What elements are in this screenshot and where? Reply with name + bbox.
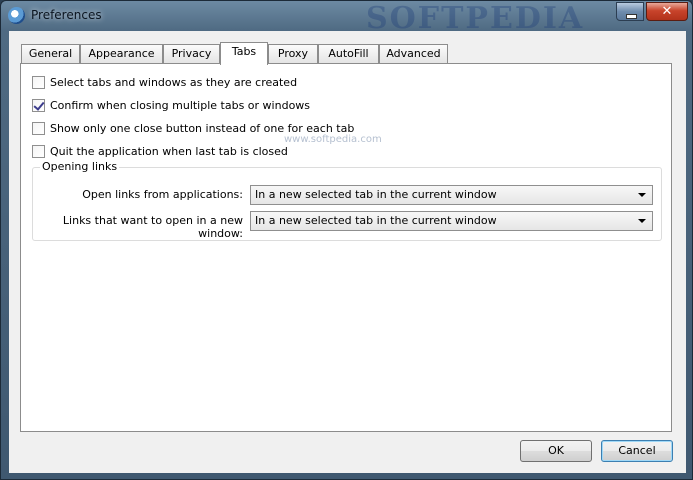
quit-last-tab-checkbox[interactable] <box>32 144 45 158</box>
ok-button[interactable]: OK <box>520 440 592 462</box>
dialog-body: General Appearance Privacy Tabs Proxy Au… <box>9 31 686 473</box>
opening-links-group: Opening links Open links from applicatio… <box>32 160 662 241</box>
select-tabs-checkbox[interactable] <box>32 75 45 89</box>
single-close-label: Show only one close button instead of on… <box>50 121 355 135</box>
cancel-button[interactable]: Cancel <box>601 440 673 462</box>
quit-last-tab-label: Quit the application when last tab is cl… <box>50 144 288 158</box>
from-apps-select[interactable]: In a new selected tab in the current win… <box>250 185 653 205</box>
chevron-down-icon <box>638 193 646 197</box>
close-button[interactable]: ✕ <box>646 2 688 21</box>
minimize-button[interactable] <box>616 2 644 21</box>
option-select-tabs[interactable]: Select tabs and windows as they are crea… <box>32 74 297 90</box>
window-title: Preferences <box>31 8 102 22</box>
select-tabs-label: Select tabs and windows as they are crea… <box>50 75 298 89</box>
option-confirm-close[interactable]: Confirm when closing multiple tabs or wi… <box>32 97 310 113</box>
new-window-select[interactable]: In a new selected tab in the current win… <box>250 211 653 231</box>
tab-appearance[interactable]: Appearance <box>80 44 163 64</box>
tab-general[interactable]: General <box>21 44 80 64</box>
app-logo-icon <box>8 7 25 24</box>
chevron-down-icon <box>638 219 646 223</box>
tabs-settings-panel: www.softpedia.com Select tabs and window… <box>20 63 672 432</box>
confirm-close-label: Confirm when closing multiple tabs or wi… <box>50 98 311 112</box>
new-window-label: Links that want to open in a new window: <box>62 214 243 240</box>
tab-tabs[interactable]: Tabs <box>220 42 268 65</box>
from-apps-value: In a new selected tab in the current win… <box>255 188 497 201</box>
tab-advanced[interactable]: Advanced <box>379 44 448 64</box>
option-quit-last-tab[interactable]: Quit the application when last tab is cl… <box>32 143 288 159</box>
title-bar[interactable]: Preferences SOFTPEDIA ✕ <box>1 1 692 36</box>
single-close-checkbox[interactable] <box>32 121 45 135</box>
opening-links-title: Opening links <box>40 160 120 173</box>
new-window-value: In a new selected tab in the current win… <box>255 214 497 227</box>
tab-privacy[interactable]: Privacy <box>163 44 220 64</box>
from-apps-label: Open links from applications: <box>82 188 243 201</box>
option-single-close-button[interactable]: Show only one close button instead of on… <box>32 120 354 136</box>
confirm-close-checkbox[interactable] <box>32 98 45 112</box>
tab-proxy[interactable]: Proxy <box>268 44 318 64</box>
preferences-window: Preferences SOFTPEDIA ✕ General Appearan… <box>0 0 693 480</box>
tab-autofill[interactable]: AutoFill <box>318 44 379 64</box>
